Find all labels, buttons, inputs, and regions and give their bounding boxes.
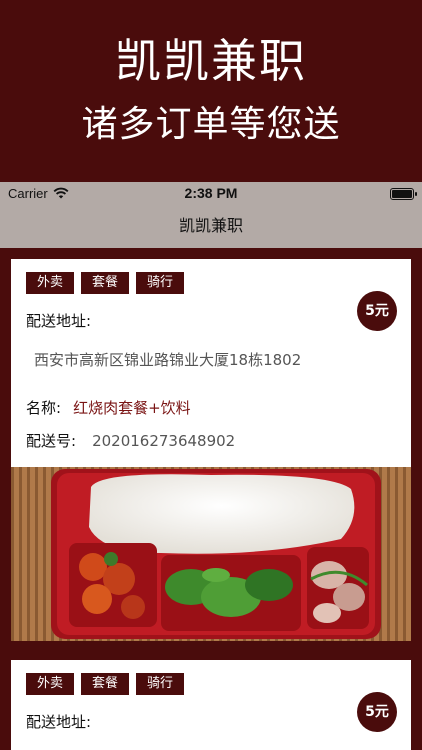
tag-list: 外卖 套餐 骑行 xyxy=(26,672,191,695)
number-row: 配送号: 202016273648902 xyxy=(26,430,235,451)
price-badge: 5元 xyxy=(357,291,397,331)
clock: 2:38 PM xyxy=(184,185,238,201)
tag-takeout: 外卖 xyxy=(26,673,75,695)
tag-takeout: 外卖 xyxy=(26,272,75,294)
name-row: 名称: 红烧肉套餐+饮料 xyxy=(26,397,191,418)
promo-headline: 凯凯兼职 xyxy=(115,34,307,88)
tag-combo: 套餐 xyxy=(81,272,130,294)
tag-list: 外卖 套餐 骑行 xyxy=(26,271,191,294)
number-label: 配送号: xyxy=(26,432,77,450)
tag-cycling: 骑行 xyxy=(136,673,185,695)
status-bar: Carrier 2:38 PM xyxy=(0,182,422,206)
name-value: 红烧肉套餐+饮料 xyxy=(73,399,191,417)
promo-banner: 凯凯兼职 诸多订单等您送 xyxy=(0,0,422,182)
nav-bar: 凯凯兼职 xyxy=(0,206,422,248)
price-badge: 5元 xyxy=(357,692,397,732)
promo-subheadline: 诸多订单等您送 xyxy=(81,104,341,145)
tag-combo: 套餐 xyxy=(81,673,130,695)
number-value: 202016273648902 xyxy=(92,432,236,450)
nav-title: 凯凯兼职 xyxy=(178,216,243,235)
address-label: 配送地址: xyxy=(26,312,92,330)
order-card[interactable]: 外卖 套餐 骑行 5元 配送地址: 西安市高新区锦业路锦业大厦18栋1802 名称:… xyxy=(11,259,411,641)
food-photo xyxy=(11,467,411,641)
battery-icon xyxy=(390,188,417,200)
address-label: 配送地址: xyxy=(26,713,92,731)
address-value: 西安市高新区锦业路锦业大厦18栋1802 xyxy=(34,351,302,369)
order-card[interactable]: 外卖 套餐 骑行 5元 配送地址: xyxy=(11,660,411,750)
tag-cycling: 骑行 xyxy=(136,272,185,294)
name-label: 名称: xyxy=(26,399,62,417)
